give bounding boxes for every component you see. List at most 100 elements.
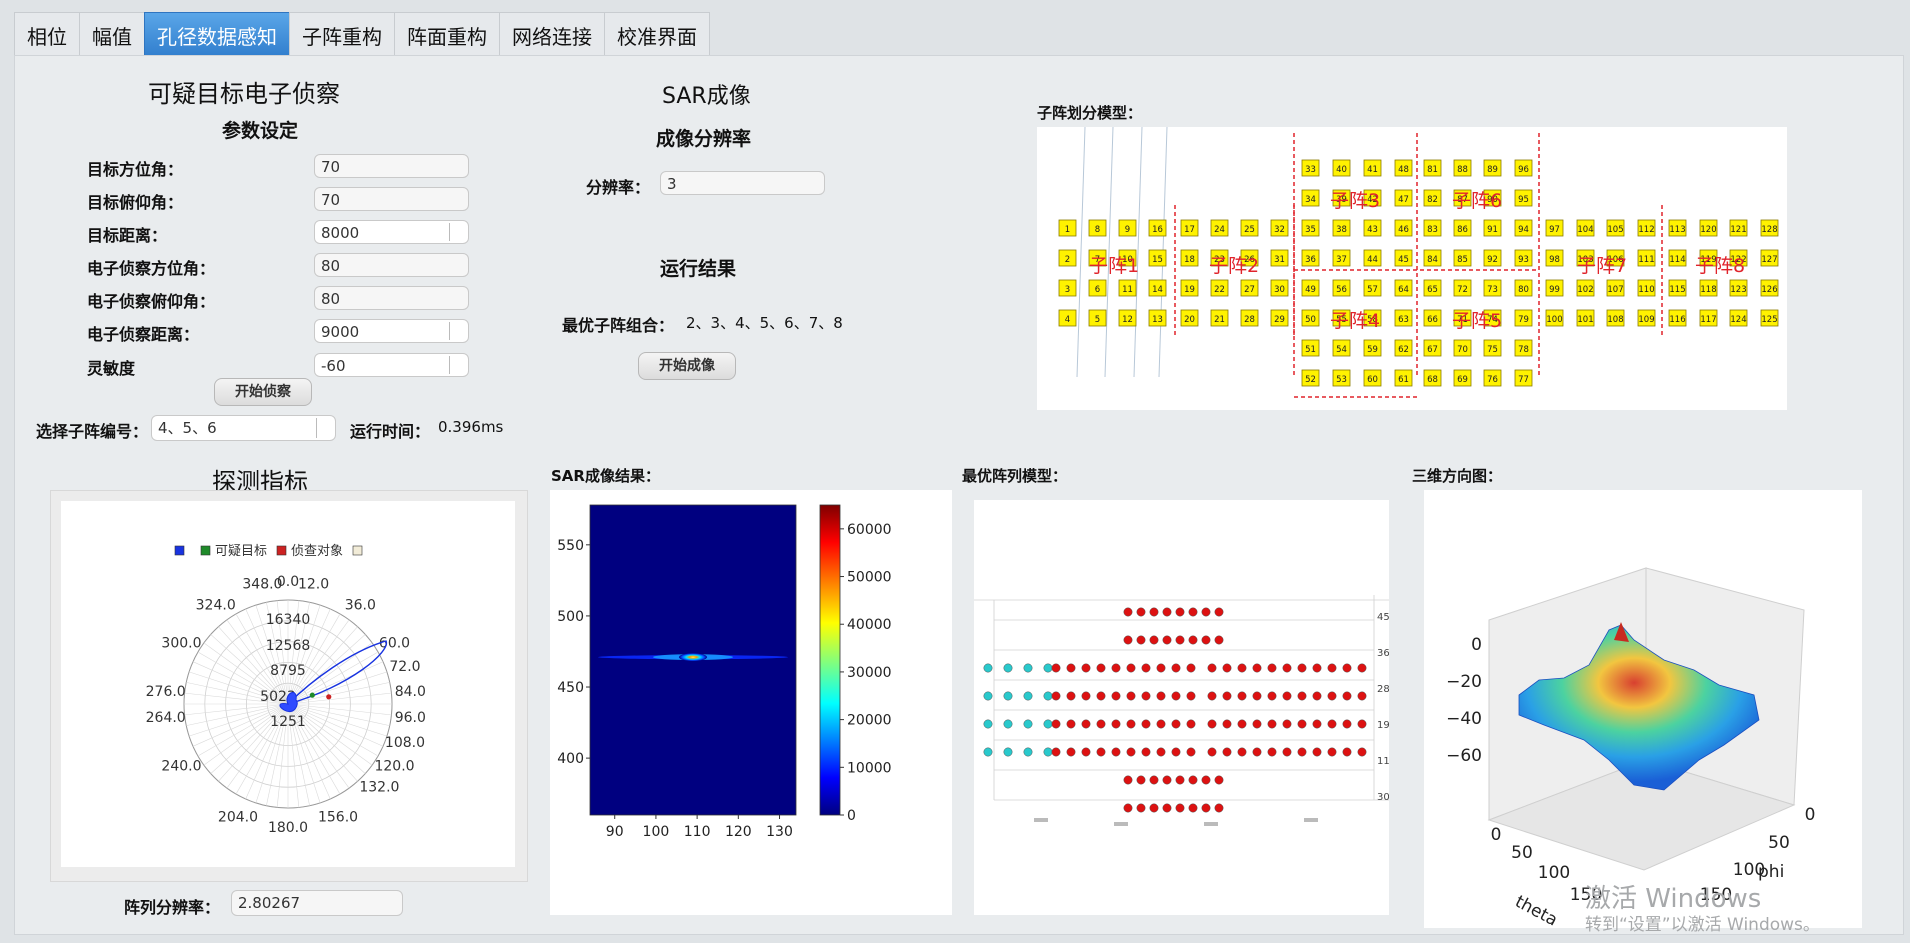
recon-field-input-4[interactable]: 80 [314, 286, 469, 310]
model-element [1342, 747, 1352, 757]
colorbar-tick: 60000 [847, 522, 892, 538]
array-resolution-value: 2.80267 [231, 890, 403, 916]
model-element [1023, 719, 1033, 729]
model-element [1186, 663, 1196, 673]
subarray-cell-number: 84 [1427, 255, 1438, 265]
model-element [1149, 775, 1159, 785]
subarray-cell-number: 34 [1305, 195, 1316, 205]
recon-field-input-5[interactable]: 9000 [314, 319, 469, 343]
recon-field-input-6[interactable]: -60 [314, 353, 469, 377]
model-element [1267, 747, 1277, 757]
model-element [1282, 747, 1292, 757]
model-element [983, 747, 993, 757]
sar-x-tick: 100 [643, 824, 670, 840]
polar-svg: 可疑目标 侦查对象0.012.036.060.072.084.096.0108.0… [146, 543, 426, 836]
subarray-cell-number: 12 [1122, 315, 1133, 325]
model-element [1123, 775, 1133, 785]
subarray-cell-number: 95 [1518, 195, 1529, 205]
model-element [1237, 691, 1247, 701]
model-element [1126, 663, 1136, 673]
subarray-cell-number: 96 [1518, 165, 1529, 175]
subarray-cell-number: 79 [1518, 315, 1529, 325]
subarray-cell-number: 31 [1274, 255, 1285, 265]
subarray-cell-number: 126 [1761, 285, 1777, 295]
subarray-cell-number: 2 [1065, 255, 1070, 265]
model-element [1043, 691, 1053, 701]
subarray-cell-number: 123 [1730, 285, 1746, 295]
model-element [1051, 663, 1061, 673]
model-element [1188, 607, 1198, 617]
resolution-title: 成像分辨率 [656, 128, 752, 150]
polar-angle-tick: 264.0 [146, 710, 186, 726]
subarray-group-label: 子阵1 [1089, 255, 1139, 277]
subarray-cell-number: 8 [1095, 225, 1100, 235]
model-base-mark-1 [1114, 822, 1128, 826]
recon-field-input-2[interactable]: 8000 [314, 220, 469, 244]
model-z-tick: 282 [1377, 684, 1389, 695]
recon-field-input-1[interactable]: 70 [314, 187, 469, 211]
best-model-svg: 450 366 282 198 114 30.0 [974, 595, 1399, 826]
model-element [1252, 747, 1262, 757]
tab-2[interactable]: 孔径数据感知 [144, 12, 289, 60]
tab-5[interactable]: 网络连接 [499, 12, 604, 60]
tab-3[interactable]: 子阵重构 [289, 12, 394, 60]
polar-angle-tick: 120.0 [374, 759, 414, 775]
subarray-cell-number: 40 [1336, 165, 1347, 175]
start-recon-button[interactable]: 开始侦察 [214, 378, 312, 406]
model-element [1297, 719, 1307, 729]
subarray-select-input[interactable]: 4、5、6 [151, 415, 336, 441]
sar-x-tick: 110 [684, 824, 711, 840]
colorbar-tick: 50000 [847, 570, 892, 586]
best-model-title: 最优阵列模型： [962, 467, 1068, 485]
subarray-cell-number: 127 [1761, 255, 1777, 265]
subarray-cell-number: 89 [1487, 165, 1498, 175]
tab-4[interactable]: 阵面重构 [394, 12, 499, 60]
resolution-input[interactable]: 3 [660, 171, 825, 195]
subarray-cell-number: 13 [1152, 315, 1163, 325]
model-element [1357, 747, 1367, 757]
model-element [1136, 803, 1146, 813]
subarray-cell-number: 37 [1336, 255, 1347, 265]
model-element [1237, 747, 1247, 757]
subarray-cell-number: 21 [1214, 315, 1225, 325]
subarray-cell-number: 5 [1095, 315, 1100, 325]
model-element [1207, 747, 1217, 757]
subarray-cell-number: 27 [1244, 285, 1255, 295]
recon-field-input-3[interactable]: 80 [314, 253, 469, 277]
subarray-cell-number: 77 [1518, 375, 1529, 385]
model-element [1081, 747, 1091, 757]
subarray-cell-number: 66 [1427, 315, 1438, 325]
model-element [1066, 747, 1076, 757]
subarray-cell-number: 68 [1427, 375, 1438, 385]
model-element [983, 691, 993, 701]
tab-6[interactable]: 校准界面 [604, 12, 710, 60]
legend-swatch-1 [200, 545, 211, 556]
model-element [1282, 691, 1292, 701]
recon-field-label-4: 电子侦察俯仰角： [87, 292, 216, 311]
p3d-z-tick: −20 [1446, 672, 1482, 692]
model-z-tick: 450 [1377, 612, 1389, 623]
subarray-cell-number: 16 [1152, 225, 1163, 235]
start-imaging-button[interactable]: 开始成像 [638, 352, 736, 380]
model-z-tick: 366 [1377, 648, 1389, 659]
model-element [1282, 719, 1292, 729]
tab-1[interactable]: 幅值 [79, 12, 144, 60]
polar-frame: 可疑目标 侦查对象 0.0 12.0 36.0 60.0 72.0 84.0 96.0 108.0… [50, 490, 528, 882]
subarray-grid: 1234876591011121615141317181920242322212… [1058, 126, 1779, 398]
model-element [1201, 635, 1211, 645]
polar-radial-tick: 8795 [270, 663, 306, 679]
polar-angle-tick: 348.0 [242, 577, 282, 593]
model-element [1126, 691, 1136, 701]
colorbar-tick: 30000 [847, 665, 892, 681]
polar-angle-tick: 96.0 [395, 710, 426, 726]
model-base-mark-0 [1034, 818, 1048, 822]
model-element [1162, 775, 1172, 785]
subarray-cell-number: 120 [1700, 225, 1716, 235]
recon-field-input-0[interactable]: 70 [314, 154, 469, 178]
subarray-cell-number: 1 [1065, 225, 1070, 235]
polar-angle-tick: 72.0 [389, 659, 420, 675]
recon-field-label-5: 电子侦察距离： [87, 325, 200, 344]
subarray-cell-number: 57 [1367, 285, 1378, 295]
tab-0[interactable]: 相位 [14, 12, 79, 60]
polar-radial-tick: 16340 [266, 612, 311, 628]
